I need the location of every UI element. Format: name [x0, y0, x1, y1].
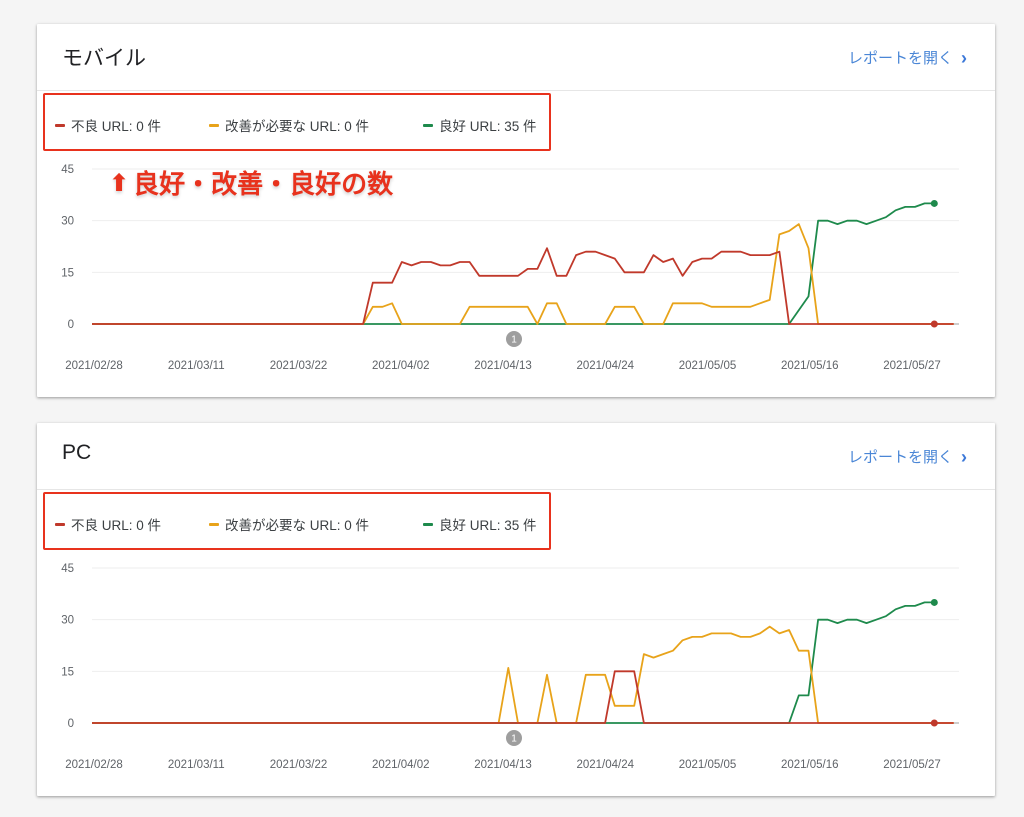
x-tick-label: 2021/05/27	[883, 360, 941, 372]
x-tick-label: 2021/04/24	[576, 759, 634, 771]
y-tick-label: 30	[61, 216, 74, 228]
y-tick-label: 0	[68, 718, 74, 730]
x-tick-label: 2021/03/22	[270, 759, 328, 771]
x-tick-label: 2021/02/28	[65, 360, 123, 372]
y-tick-label: 15	[61, 666, 74, 678]
annotation-marker-label: 1	[511, 335, 517, 346]
x-tick-label: 2021/04/02	[372, 759, 430, 771]
series-line-needs-improvement	[92, 223, 954, 325]
series-line-poor	[92, 247, 954, 325]
pc-chart: 0 15 30 45 2021/02/28 2021/03/11 2021/03/22 202…	[61, 563, 959, 771]
series-end-point-poor	[930, 719, 938, 727]
mobile-chart: 0 15 30 45 2021/02/28 2021/03/11 2021/03/22 202…	[61, 164, 959, 372]
x-tick-label: 2021/05/16	[781, 759, 839, 771]
series-end-point-good	[930, 598, 938, 606]
series-line-poor	[92, 670, 954, 724]
series-end-point-poor	[930, 320, 938, 328]
series-line-needs-improvement	[92, 625, 954, 724]
x-tick-label: 2021/04/02	[372, 360, 430, 372]
x-tick-label: 2021/05/05	[679, 360, 737, 372]
y-tick-label: 0	[68, 319, 74, 331]
x-tick-label: 2021/02/28	[65, 759, 123, 771]
mobile-card: モバイル レポートを開く › 不良 URL: 0 件 改善が必要な URL: 0…	[37, 24, 995, 397]
annotation-text: 良好・改善・良好の数	[133, 170, 394, 200]
up-arrow-icon: ⬆	[109, 168, 130, 197]
x-tick-label: 2021/04/13	[474, 759, 532, 771]
series-line-good	[92, 601, 935, 724]
annotation-marker[interactable]: 1	[506, 331, 522, 347]
pc-card: PC レポートを開く › 不良 URL: 0 件 改善が必要な URL: 0 件…	[37, 423, 995, 796]
annotation-marker-label: 1	[511, 734, 517, 745]
annotation-marker[interactable]: 1	[506, 730, 522, 746]
x-tick-label: 2021/05/27	[883, 759, 941, 771]
series-end-point-good	[930, 199, 938, 207]
x-tick-label: 2021/03/11	[168, 360, 225, 372]
y-tick-label: 30	[61, 615, 74, 627]
y-tick-label: 45	[61, 563, 74, 575]
x-tick-label: 2021/03/22	[270, 360, 328, 372]
x-tick-label: 2021/05/16	[781, 360, 839, 372]
x-tick-label: 2021/04/13	[474, 360, 532, 372]
x-tick-label: 2021/03/11	[168, 759, 225, 771]
x-tick-label: 2021/04/24	[576, 360, 634, 372]
y-tick-label: 15	[61, 267, 74, 279]
y-tick-label: 45	[61, 164, 74, 176]
annotation-callout: ⬆ 良好・改善・良好の数	[109, 164, 393, 201]
x-tick-label: 2021/05/05	[679, 759, 737, 771]
